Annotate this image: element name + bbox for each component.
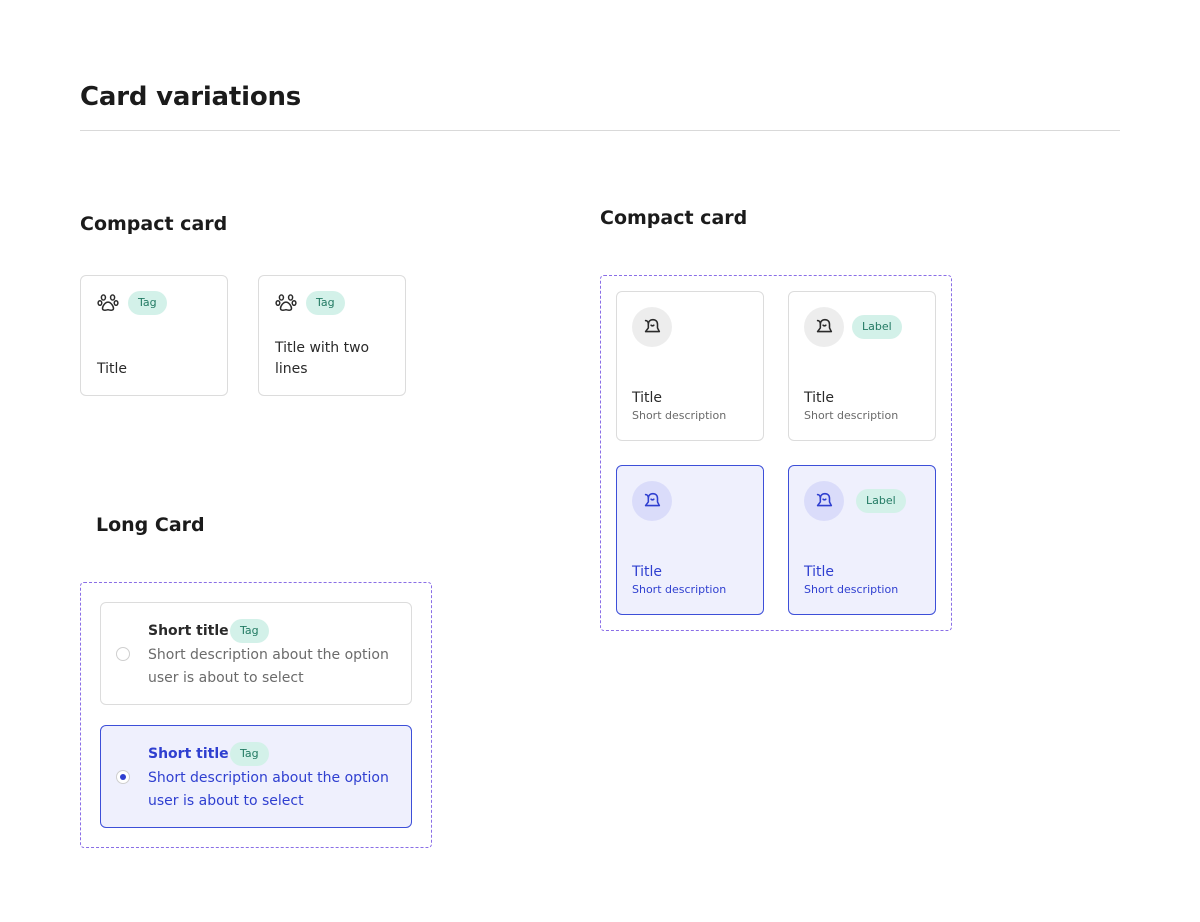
icon-card[interactable]: Title Short description bbox=[616, 291, 764, 441]
label-badge: Label bbox=[852, 315, 902, 339]
card-title: Title bbox=[632, 390, 663, 406]
compact-card-heading: Compact card bbox=[80, 213, 228, 235]
paw-icon bbox=[97, 292, 119, 318]
icon-card[interactable]: Label Title Short description bbox=[788, 291, 936, 441]
long-card-option[interactable]: Short title Tag Short description about … bbox=[100, 602, 412, 705]
paw-icon bbox=[275, 292, 297, 318]
card-title: Short title bbox=[148, 623, 229, 639]
tag-badge: Tag bbox=[306, 291, 345, 315]
compact-card[interactable]: Tag Title with two lines bbox=[258, 275, 406, 396]
card-title: Title bbox=[804, 564, 835, 580]
radio-button[interactable] bbox=[116, 647, 130, 661]
bell-icon bbox=[632, 307, 672, 347]
card-description: Short description about the option user … bbox=[148, 770, 389, 809]
title-divider bbox=[80, 130, 1120, 131]
card-title: Title bbox=[804, 390, 835, 406]
tag-badge: Tag bbox=[230, 619, 269, 643]
bell-icon bbox=[804, 307, 844, 347]
bell-icon bbox=[632, 481, 672, 521]
card-title: Short title bbox=[148, 746, 229, 762]
bell-icon bbox=[804, 481, 844, 521]
card-description: Short description bbox=[632, 409, 727, 422]
card-description: Short description about the option user … bbox=[148, 647, 389, 686]
icon-card-selected[interactable]: Title Short description bbox=[616, 465, 764, 615]
tag-badge: Tag bbox=[230, 742, 269, 766]
card-title: Title bbox=[97, 361, 128, 377]
long-card-heading: Long Card bbox=[96, 514, 205, 536]
label-badge: Label bbox=[856, 489, 906, 513]
grid-card-heading: Compact card bbox=[600, 207, 748, 229]
radio-button-checked[interactable] bbox=[116, 770, 130, 784]
card-description: Short description bbox=[632, 583, 727, 596]
compact-card[interactable]: Tag Title bbox=[80, 275, 228, 396]
page-title: Card variations bbox=[80, 82, 302, 112]
tag-badge: Tag bbox=[128, 291, 167, 315]
card-title: Title bbox=[632, 564, 663, 580]
card-description: Short description bbox=[804, 409, 899, 422]
long-card-option-selected[interactable]: Short title Tag Short description about … bbox=[100, 725, 412, 828]
card-title: Title with two lines bbox=[275, 340, 370, 377]
card-description: Short description bbox=[804, 583, 899, 596]
icon-card-selected[interactable]: Label Title Short description bbox=[788, 465, 936, 615]
